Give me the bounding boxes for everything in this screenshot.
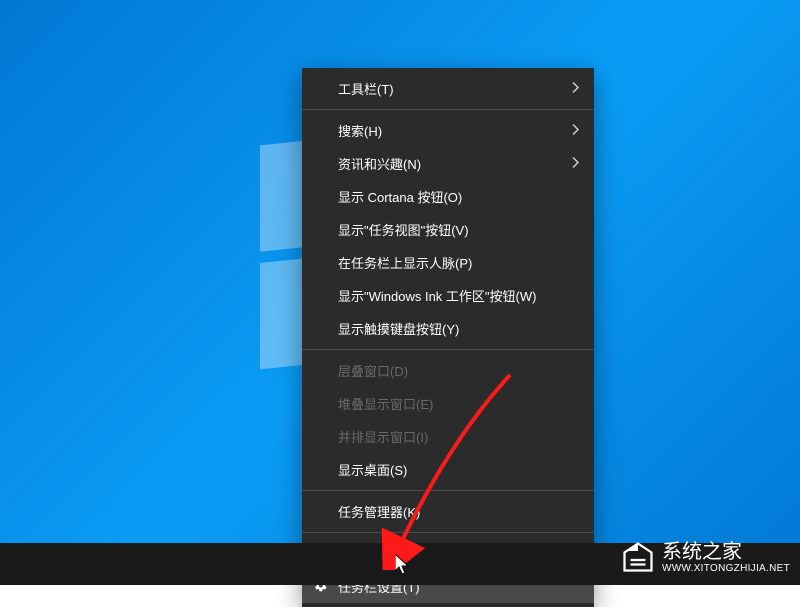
menu-separator	[302, 490, 594, 491]
menu-item-stacked: 堆叠显示窗口(E)	[302, 387, 594, 420]
watermark-url: WWW.XITONGZHIJIA.NET	[662, 563, 790, 574]
menu-separator	[302, 532, 594, 533]
watermark-title: 系统之家	[662, 541, 790, 563]
watermark: 系统之家 WWW.XITONGZHIJIA.NET	[620, 539, 790, 575]
menu-item-sidebyside: 并排显示窗口(I)	[302, 420, 594, 453]
menu-item-label: 层叠窗口(D)	[338, 361, 408, 380]
menu-item-show-desktop[interactable]: 显示桌面(S)	[302, 453, 594, 486]
menu-item-label: 显示触摸键盘按钮(Y)	[338, 319, 459, 338]
menu-item-news[interactable]: 资讯和兴趣(N)	[302, 147, 594, 180]
menu-item-label: 并排显示窗口(I)	[338, 427, 428, 446]
menu-item-ink[interactable]: 显示"Windows Ink 工作区"按钮(W)	[302, 279, 594, 312]
menu-item-label: 搜索(H)	[338, 121, 382, 140]
menu-item-task-manager[interactable]: 任务管理器(K)	[302, 495, 594, 528]
chevron-right-icon	[572, 123, 580, 138]
menu-item-search[interactable]: 搜索(H)	[302, 114, 594, 147]
chevron-right-icon	[572, 156, 580, 171]
menu-item-cortana[interactable]: 显示 Cortana 按钮(O)	[302, 180, 594, 213]
menu-separator	[302, 109, 594, 110]
menu-item-label: 显示"任务视图"按钮(V)	[338, 220, 469, 239]
menu-item-taskview[interactable]: 显示"任务视图"按钮(V)	[302, 213, 594, 246]
menu-item-label: 堆叠显示窗口(E)	[338, 394, 433, 413]
menu-item-touch-keyboard[interactable]: 显示触摸键盘按钮(Y)	[302, 312, 594, 345]
taskbar-context-menu: 工具栏(T) 搜索(H) 资讯和兴趣(N) 显示 Cortana 按钮(O) 显…	[302, 68, 594, 607]
menu-item-label: 显示"Windows Ink 工作区"按钮(W)	[338, 286, 536, 305]
menu-item-label: 显示 Cortana 按钮(O)	[338, 187, 462, 206]
menu-item-toolbars[interactable]: 工具栏(T)	[302, 72, 594, 105]
menu-item-cascade: 层叠窗口(D)	[302, 354, 594, 387]
menu-item-label: 在任务栏上显示人脉(P)	[338, 253, 472, 272]
menu-item-label: 任务管理器(K)	[338, 502, 420, 521]
desktop-background: 工具栏(T) 搜索(H) 资讯和兴趣(N) 显示 Cortana 按钮(O) 显…	[0, 0, 800, 585]
menu-separator	[302, 349, 594, 350]
menu-item-label: 显示桌面(S)	[338, 460, 407, 479]
menu-item-label: 工具栏(T)	[338, 79, 394, 98]
menu-item-people[interactable]: 在任务栏上显示人脉(P)	[302, 246, 594, 279]
chevron-right-icon	[572, 81, 580, 96]
menu-item-label: 资讯和兴趣(N)	[338, 154, 421, 173]
watermark-logo-icon	[620, 539, 656, 575]
